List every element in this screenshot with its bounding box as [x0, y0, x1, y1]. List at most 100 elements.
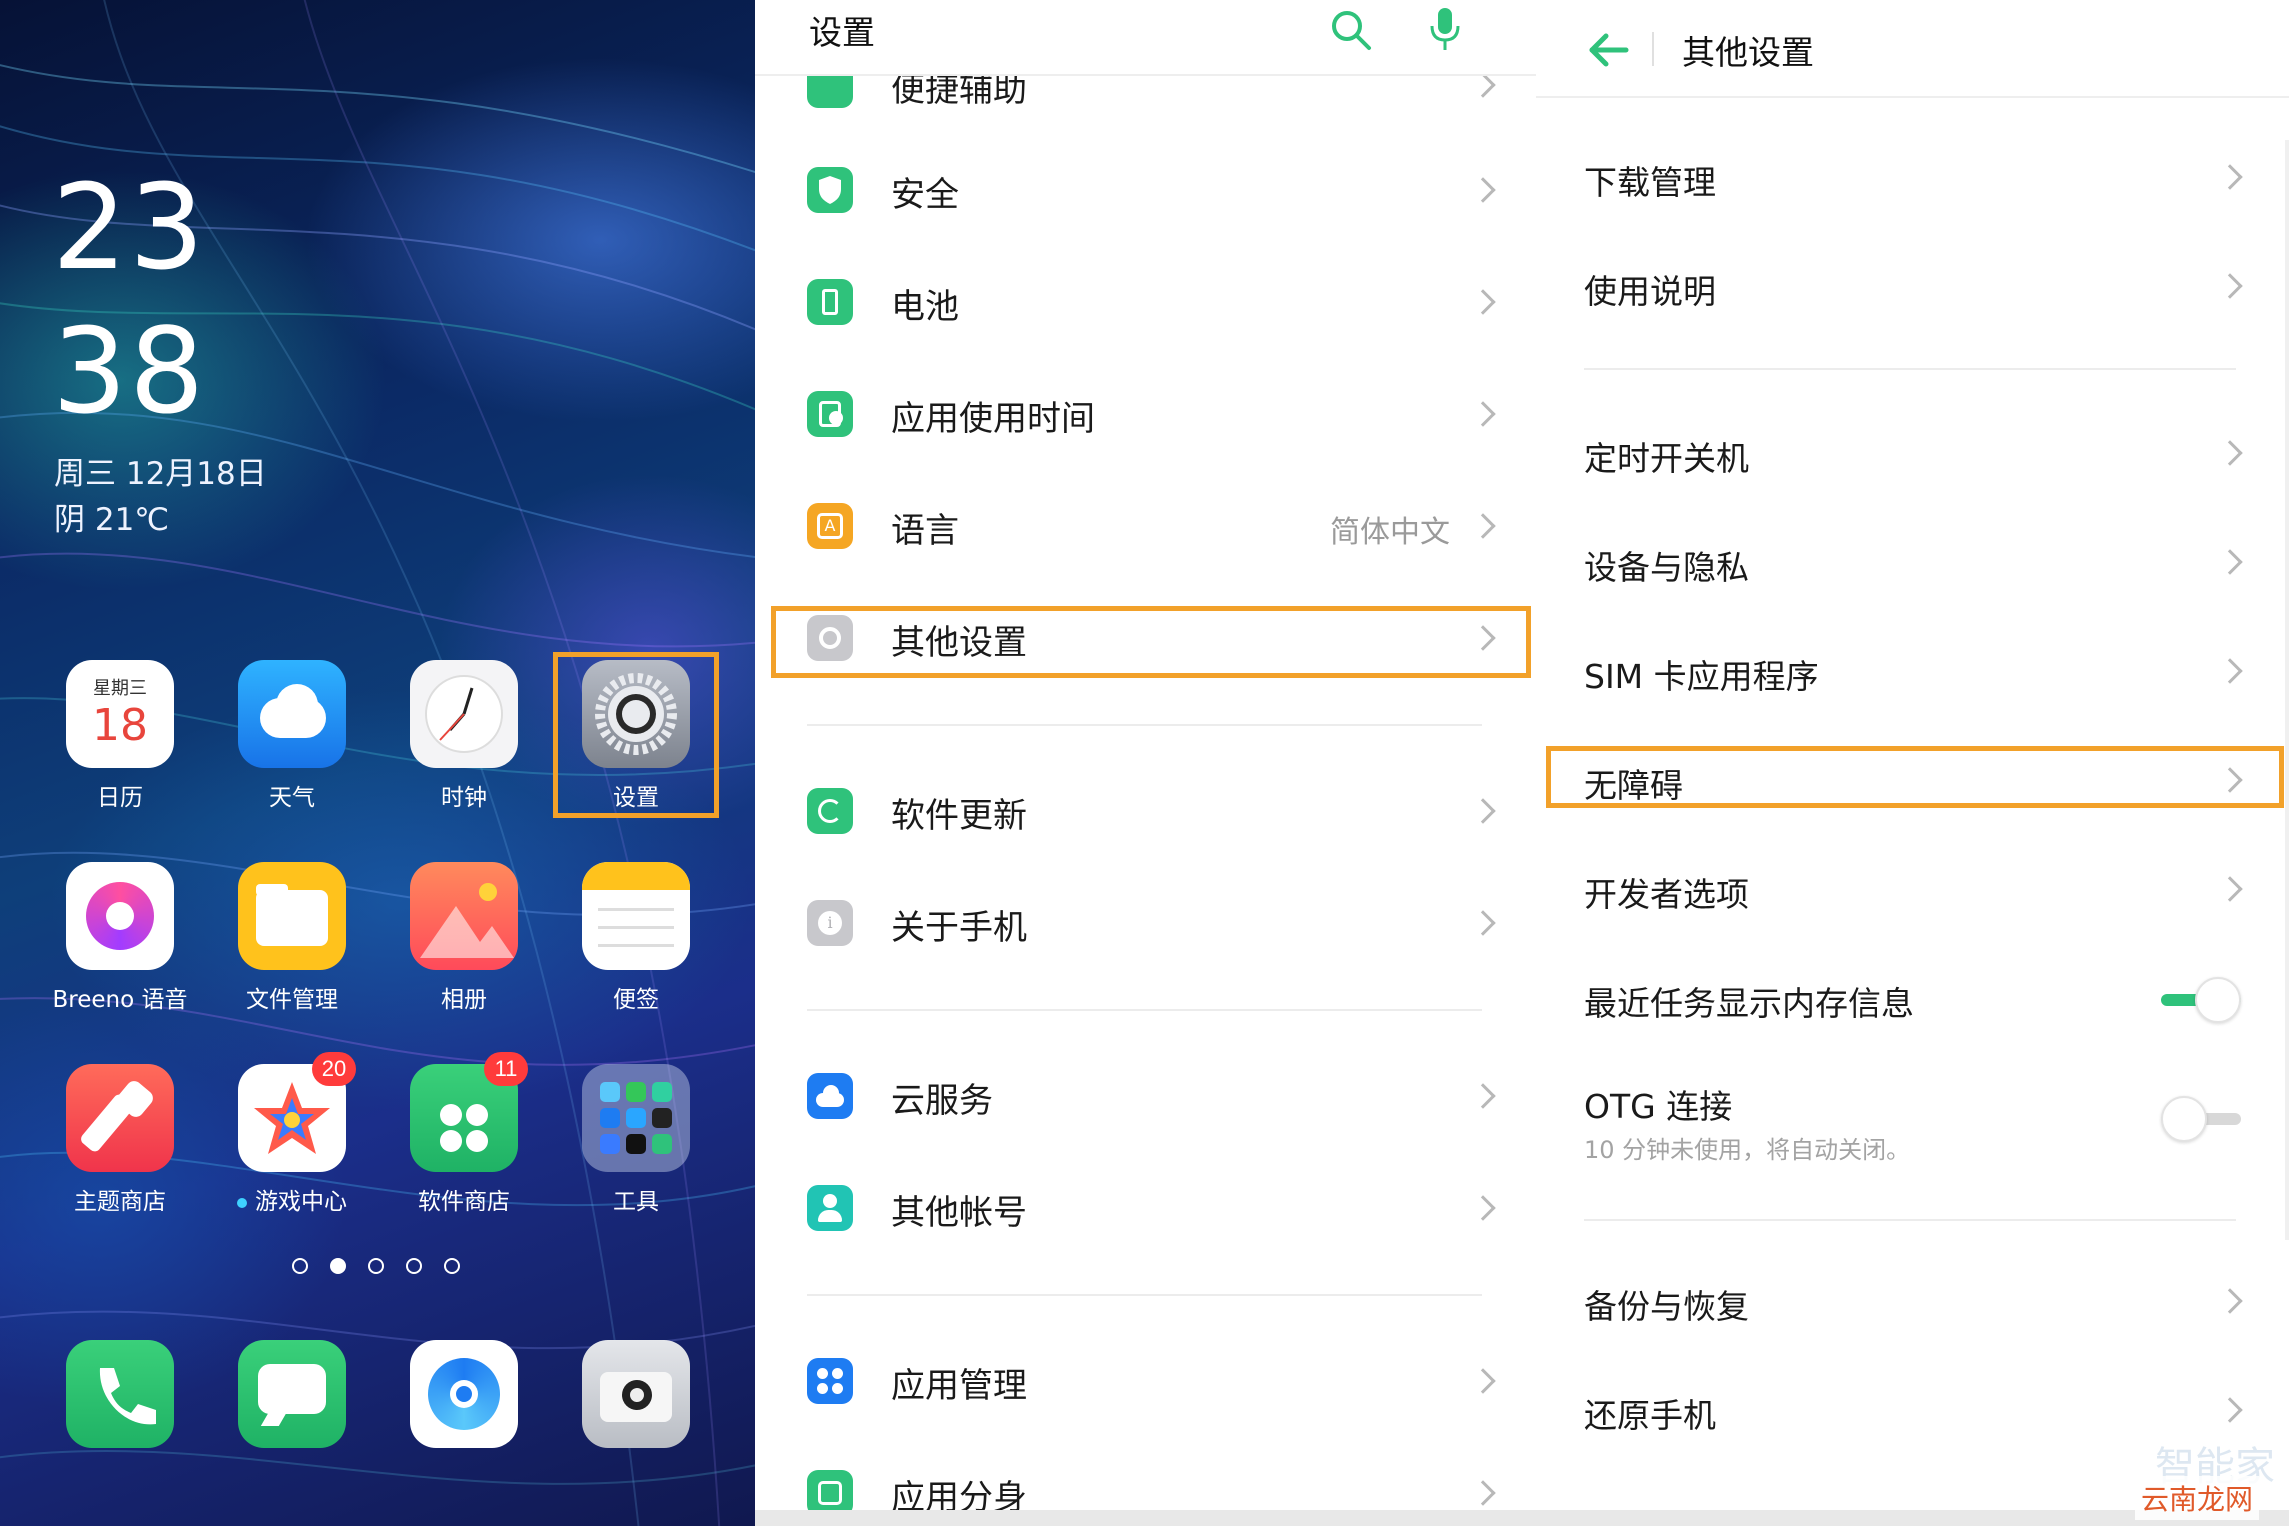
- app-label: 天气: [269, 785, 315, 811]
- camera-icon: [582, 1340, 690, 1448]
- other-item-device-privacy[interactable]: 设备与隐私: [1536, 519, 2289, 609]
- settings-highlight-box: [553, 652, 719, 818]
- other-item-label: 还原手机: [1584, 1396, 1716, 1435]
- tools-folder-icon: [582, 1064, 690, 1172]
- settings-item-label: 软件更新: [891, 796, 1027, 836]
- update-icon: [807, 788, 853, 834]
- section-divider: [1584, 1219, 2236, 1221]
- game-star-icon: 20: [238, 1052, 356, 1172]
- chevron-right-icon: [2217, 273, 2243, 299]
- other-item-sim-apps[interactable]: SIM 卡应用程序: [1536, 628, 2289, 718]
- language-value: 简体中文: [1330, 515, 1450, 550]
- other-item-download-management[interactable]: 下载管理: [1536, 134, 2289, 224]
- phone-icon: [66, 1340, 174, 1448]
- microphone-icon[interactable]: [1427, 6, 1463, 54]
- chevron-right-icon: [1470, 177, 1496, 203]
- chevron-right-icon: [2217, 1397, 2243, 1423]
- page-dot[interactable]: [292, 1258, 308, 1274]
- other-settings-header: 其他设置: [1536, 0, 2289, 98]
- dock-phone[interactable]: [50, 1340, 190, 1448]
- settings-item-label: 应用管理: [891, 1366, 1027, 1406]
- date-text: 周三 12月18日: [54, 456, 267, 492]
- app-notes[interactable]: 便签: [566, 862, 706, 1014]
- settings-item-cloud-service[interactable]: 云服务: [755, 1051, 1536, 1141]
- page-dot[interactable]: [444, 1258, 460, 1274]
- dock-messages[interactable]: [222, 1340, 362, 1448]
- settings-screen: 便捷辅助 设置 安全 电池 应用使用时间 A 语言 简体中文 其他设置 软件更新…: [755, 0, 1536, 1526]
- app-photos[interactable]: 相册: [394, 862, 534, 1014]
- battery-icon: [807, 279, 853, 325]
- otg-toggle[interactable]: [2161, 1096, 2241, 1142]
- other-item-scheduled-power[interactable]: 定时开关机: [1536, 410, 2289, 500]
- app-weather[interactable]: 天气: [222, 660, 362, 812]
- settings-item-other-accounts[interactable]: 其他帐号: [755, 1163, 1536, 1253]
- settings-item-language[interactable]: A 语言 简体中文: [755, 481, 1536, 571]
- chevron-right-icon: [1470, 401, 1496, 427]
- watermark: 云南龙网: [2134, 1476, 2259, 1520]
- section-divider: [1584, 368, 2236, 370]
- app-files[interactable]: 文件管理: [222, 862, 362, 1014]
- settings-item-app-usage-time[interactable]: 应用使用时间: [755, 369, 1536, 459]
- other-item-otg[interactable]: OTG 连接 10 分钟未使用，将自动关闭。: [1536, 1058, 2289, 1178]
- settings-item-app-management[interactable]: 应用管理: [755, 1336, 1536, 1426]
- chevron-right-icon: [2217, 876, 2243, 902]
- other-item-recent-tasks-memory[interactable]: 最近任务显示内存信息: [1536, 955, 2289, 1045]
- chevron-right-icon: [1470, 1083, 1496, 1109]
- app-label: Breeno 语音: [52, 987, 188, 1013]
- chevron-right-icon: [2217, 658, 2243, 684]
- app-software-store[interactable]: 11 软件商店: [394, 1052, 534, 1216]
- other-item-label: 下载管理: [1584, 163, 1716, 202]
- other-item-backup-restore[interactable]: 备份与恢复: [1536, 1258, 2289, 1348]
- app-breeno[interactable]: Breeno 语音: [50, 862, 190, 1014]
- settings-item-label: 关于手机: [891, 908, 1027, 948]
- settings-item-battery[interactable]: 电池: [755, 257, 1536, 347]
- language-icon: A: [807, 503, 853, 549]
- dock-browser[interactable]: [394, 1340, 534, 1448]
- app-clock[interactable]: 时钟: [394, 660, 534, 812]
- other-item-label: SIM 卡应用程序: [1584, 657, 1819, 696]
- settings-item-about-phone[interactable]: i 关于手机: [755, 878, 1536, 968]
- memory-info-toggle[interactable]: [2161, 977, 2241, 1023]
- app-theme-store[interactable]: 主题商店: [50, 1064, 190, 1216]
- chevron-right-icon: [1470, 1195, 1496, 1221]
- app-calendar[interactable]: 星期三 18 日历: [50, 660, 190, 812]
- page-dot[interactable]: [406, 1258, 422, 1274]
- cloud-icon: [807, 1073, 853, 1119]
- notification-badge: 20: [312, 1052, 356, 1086]
- app-tools-folder[interactable]: 工具: [566, 1064, 706, 1216]
- app-label: 主题商店: [74, 1189, 166, 1215]
- app-store-icon: 11: [410, 1052, 528, 1172]
- page-indicator[interactable]: [292, 1258, 460, 1274]
- settings-item-label: 电池: [891, 287, 959, 327]
- notification-badge: 11: [484, 1052, 528, 1086]
- other-item-label: 设备与隐私: [1584, 548, 1749, 587]
- other-item-developer-options[interactable]: 开发者选项: [1536, 846, 2289, 936]
- chevron-right-icon: [1470, 289, 1496, 315]
- other-settings-highlight-box: [771, 606, 1531, 678]
- toggle-knob: [2195, 977, 2241, 1023]
- chevron-right-icon: [1470, 910, 1496, 936]
- theme-brush-icon: [66, 1064, 174, 1172]
- folder-icon: [238, 862, 346, 970]
- app-game-center[interactable]: 20 游戏中心: [222, 1052, 362, 1216]
- accessibility-highlight-box: [1546, 746, 2284, 808]
- dock-camera[interactable]: [566, 1340, 706, 1448]
- settings-item-software-update[interactable]: 软件更新: [755, 766, 1536, 856]
- section-divider: [807, 724, 1482, 726]
- calendar-day: 18: [92, 700, 148, 751]
- scrollbar[interactable]: [2285, 140, 2289, 1240]
- clock-icon: [410, 660, 518, 768]
- search-icon[interactable]: [1329, 8, 1373, 52]
- app-label: 相册: [441, 987, 487, 1013]
- notes-icon: [582, 862, 690, 970]
- chevron-right-icon: [2217, 164, 2243, 190]
- other-item-user-guide[interactable]: 使用说明: [1536, 243, 2289, 333]
- settings-item-security[interactable]: 安全: [755, 145, 1536, 235]
- page-dot[interactable]: [368, 1258, 384, 1274]
- section-divider: [807, 1294, 1482, 1296]
- home-screen: 23 38 周三 12月18日 阴 21℃ 星期三 18 日历 天气 时钟 设置…: [0, 0, 755, 1526]
- back-arrow-icon[interactable]: [1586, 30, 1630, 70]
- clock-minute: 38: [52, 302, 207, 440]
- otg-description: 10 分钟未使用，将自动关闭。: [1584, 1136, 1911, 1164]
- page-dot-active[interactable]: [330, 1258, 346, 1274]
